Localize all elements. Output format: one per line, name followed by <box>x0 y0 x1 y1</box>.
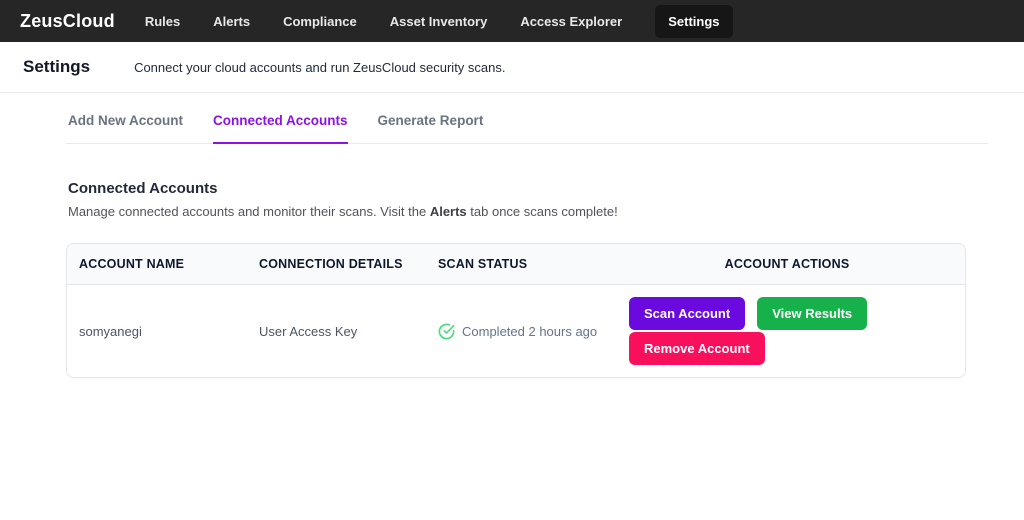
nav-item-access-explorer[interactable]: Access Explorer <box>520 14 622 29</box>
scan-status-cell: Completed 2 hours ago <box>438 323 621 340</box>
check-circle-icon <box>438 323 455 340</box>
section-description-prefix: Manage connected accounts and monitor th… <box>68 204 430 219</box>
tab-connected-accounts[interactable]: Connected Accounts <box>213 113 348 144</box>
connection-details-cell: User Access Key <box>259 323 358 339</box>
connected-accounts-table: ACCOUNT NAME CONNECTION DETAILS SCAN STA… <box>66 243 966 378</box>
main-content: Add New Account Connected Accounts Gener… <box>0 113 1024 378</box>
remove-account-button[interactable]: Remove Account <box>629 332 765 365</box>
page-subtitle: Connect your cloud accounts and run Zeus… <box>134 59 506 75</box>
section-title: Connected Accounts <box>68 180 218 197</box>
column-header-connection-details: CONNECTION DETAILS <box>259 257 403 271</box>
main-nav: Rules Alerts Compliance Asset Inventory … <box>145 4 733 38</box>
column-header-scan-status: SCAN STATUS <box>438 257 528 271</box>
top-navbar: ZeusCloud Rules Alerts Compliance Asset … <box>0 0 1024 42</box>
section-description-alerts: Alerts <box>429 204 467 219</box>
nav-item-rules[interactable]: Rules <box>145 14 180 29</box>
brand-logo[interactable]: ZeusCloud <box>20 11 115 32</box>
nav-item-asset-inventory[interactable]: Asset Inventory <box>390 14 488 29</box>
tab-generate-report[interactable]: Generate Report <box>378 113 484 144</box>
account-name-cell: somyanegi <box>79 323 142 339</box>
tab-add-new-account[interactable]: Add New Account <box>68 113 183 144</box>
table-header-row: ACCOUNT NAME CONNECTION DETAILS SCAN STA… <box>67 244 965 285</box>
nav-item-compliance[interactable]: Compliance <box>283 14 357 29</box>
section-description: Manage connected accounts and monitor th… <box>66 204 988 219</box>
nav-item-alerts[interactable]: Alerts <box>213 14 250 29</box>
nav-item-settings[interactable]: Settings <box>655 4 733 38</box>
scan-status-text: Completed 2 hours ago <box>462 323 598 339</box>
section-description-suffix: tab once scans complete! <box>466 204 618 219</box>
account-actions-cell: Scan Account View Results Remove Account <box>621 297 953 365</box>
page-header: Settings Connect your cloud accounts and… <box>0 42 1024 93</box>
settings-tabs: Add New Account Connected Accounts Gener… <box>66 113 988 144</box>
table-row: somyanegi User Access Key Completed 2 ho… <box>67 285 965 377</box>
column-header-account-actions: ACCOUNT ACTIONS <box>724 257 850 271</box>
column-header-account-name: ACCOUNT NAME <box>79 257 185 271</box>
page-title: Settings <box>23 57 91 76</box>
scan-account-button[interactable]: Scan Account <box>629 297 746 330</box>
view-results-button[interactable]: View Results <box>757 297 868 330</box>
